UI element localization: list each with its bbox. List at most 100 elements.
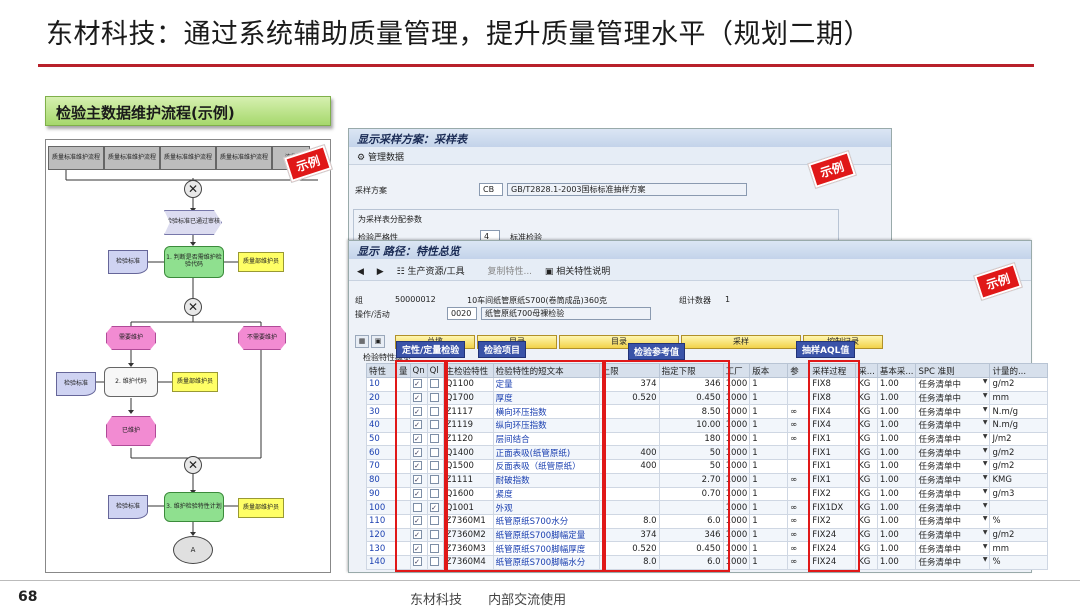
cell-meas-unit[interactable]: g/m2 (989, 377, 1049, 392)
col-header[interactable]: 基本采... (876, 363, 917, 378)
cell-version[interactable]: 1 (749, 527, 789, 543)
cell-ref-icon[interactable]: ∞ (787, 541, 811, 556)
cell-version[interactable]: 1 (749, 541, 789, 556)
cell-base-qty[interactable]: 1.00 (876, 500, 917, 515)
cell-meas-unit[interactable]: N.m/g (989, 404, 1049, 420)
cell-ref-icon[interactable] (787, 486, 811, 502)
nav-left-arrow-icon[interactable]: ◀ (357, 267, 364, 277)
cell-version[interactable]: 1 (749, 500, 789, 515)
cell-meas-unit[interactable]: KMG (989, 472, 1049, 488)
cell-char-id[interactable]: 50 (366, 431, 397, 447)
col-header[interactable]: 版本 (749, 363, 789, 378)
scheme-code-field[interactable]: CB (479, 183, 503, 196)
cell-char-id[interactable]: 120 (366, 527, 397, 543)
cell-spc[interactable]: 任务清单中 ▼ (915, 527, 991, 543)
cell-ref-icon[interactable]: ∞ (787, 472, 811, 488)
cell-char-id[interactable]: 10 (366, 377, 397, 392)
cell-spc[interactable]: 任务清单中 ▼ (915, 500, 991, 515)
cell-version[interactable]: 1 (749, 486, 789, 502)
cell-spc[interactable]: 任务清单中 ▼ (915, 472, 991, 488)
cell-base-qty[interactable]: 1.00 (876, 459, 917, 474)
cell-ref-icon[interactable]: ∞ (787, 404, 811, 420)
cell-version[interactable]: 1 (749, 472, 789, 488)
cell-base-qty[interactable]: 1.00 (876, 541, 917, 556)
cell-ref-icon[interactable]: ∞ (787, 418, 811, 433)
cell-spc[interactable]: 任务清单中 ▼ (915, 390, 991, 406)
cell-meas-unit[interactable] (989, 500, 1049, 515)
related-char-button[interactable]: ▣ 相关特性说明 (545, 267, 620, 277)
cell-version[interactable]: 1 (749, 404, 789, 420)
dropdown-arrow-icon[interactable]: ▼ (983, 433, 988, 440)
cell-base-qty[interactable]: 1.00 (876, 445, 917, 461)
nav-right-arrow-icon[interactable]: ▶ (377, 267, 384, 277)
cell-ref-icon[interactable] (787, 459, 811, 474)
cell-version[interactable]: 1 (749, 431, 789, 447)
dropdown-arrow-icon[interactable]: ▼ (983, 502, 988, 509)
cell-spc[interactable]: 任务清单中 ▼ (915, 554, 991, 570)
cell-base-qty[interactable]: 1.00 (876, 554, 917, 570)
cell-spc[interactable]: 任务清单中 ▼ (915, 486, 991, 502)
deselect-icon[interactable]: ▣ (371, 335, 385, 348)
copy-characteristics-button[interactable]: 复制特性... (487, 267, 532, 277)
dropdown-arrow-icon[interactable]: ▼ (983, 420, 988, 427)
cell-version[interactable]: 1 (749, 513, 789, 529)
cell-meas-unit[interactable]: J/m2 (989, 431, 1049, 447)
cell-spc[interactable]: 任务清单中 ▼ (915, 513, 991, 529)
dropdown-arrow-icon[interactable]: ▼ (983, 556, 988, 563)
cell-version[interactable]: 1 (749, 418, 789, 433)
cell-meas-unit[interactable]: g/m2 (989, 459, 1049, 474)
sampling-button[interactable]: 采样 (681, 335, 801, 349)
cell-spc[interactable]: 任务清单中 ▼ (915, 459, 991, 474)
cell-char-id[interactable]: 90 (366, 486, 397, 502)
cell-base-qty[interactable]: 1.00 (876, 390, 917, 406)
operation-field[interactable]: 0020 (447, 307, 477, 320)
cell-ref-icon[interactable]: ∞ (787, 500, 811, 515)
cell-base-qty[interactable]: 1.00 (876, 486, 917, 502)
cell-ref-icon[interactable] (787, 377, 811, 392)
cell-base-qty[interactable]: 1.00 (876, 527, 917, 543)
cell-char-id[interactable]: 140 (366, 554, 397, 570)
cell-ref-icon[interactable]: ∞ (787, 527, 811, 543)
production-resources-button[interactable]: ☷ 生产资源/工具 (397, 267, 475, 277)
dropdown-arrow-icon[interactable]: ▼ (983, 488, 988, 495)
cell-base-qty[interactable]: 1.00 (876, 418, 917, 433)
col-header[interactable]: 参 (787, 363, 811, 378)
dropdown-arrow-icon[interactable]: ▼ (983, 378, 988, 385)
cell-char-id[interactable]: 130 (366, 541, 397, 556)
dropdown-arrow-icon[interactable]: ▼ (983, 529, 988, 536)
dropdown-arrow-icon[interactable]: ▼ (983, 447, 988, 454)
cell-spc[interactable]: 任务清单中 ▼ (915, 418, 991, 433)
cell-meas-unit[interactable]: N.m/g (989, 418, 1049, 433)
cell-char-id[interactable]: 60 (366, 445, 397, 461)
cell-spc[interactable]: 任务清单中 ▼ (915, 431, 991, 447)
cell-version[interactable]: 1 (749, 459, 789, 474)
cell-meas-unit[interactable]: g/m2 (989, 445, 1049, 461)
cell-ref-icon[interactable]: ∞ (787, 554, 811, 570)
cell-char-id[interactable]: 30 (366, 404, 397, 420)
cell-ref-icon[interactable] (787, 445, 811, 461)
dropdown-arrow-icon[interactable]: ▼ (983, 515, 988, 522)
cell-meas-unit[interactable]: % (989, 513, 1049, 529)
cell-meas-unit[interactable]: g/m2 (989, 527, 1049, 543)
cell-spc[interactable]: 任务清单中 ▼ (915, 541, 991, 556)
cell-base-qty[interactable]: 1.00 (876, 513, 917, 529)
select-all-icon[interactable]: ▦ (355, 335, 369, 348)
cell-ref-icon[interactable] (787, 390, 811, 406)
cell-version[interactable]: 1 (749, 390, 789, 406)
dropdown-arrow-icon[interactable]: ▼ (983, 543, 988, 550)
cell-char-id[interactable]: 40 (366, 418, 397, 433)
dropdown-arrow-icon[interactable]: ▼ (983, 461, 988, 468)
cell-char-id[interactable]: 70 (366, 459, 397, 474)
cell-meas-unit[interactable]: g/m3 (989, 486, 1049, 502)
cell-version[interactable]: 1 (749, 445, 789, 461)
management-data-button[interactable]: ⚙ 管理数据 (357, 153, 414, 163)
cell-base-qty[interactable]: 1.00 (876, 431, 917, 447)
cell-meas-unit[interactable]: mm (989, 390, 1049, 406)
dropdown-arrow-icon[interactable]: ▼ (983, 474, 988, 481)
dropdown-arrow-icon[interactable]: ▼ (983, 392, 988, 399)
dropdown-arrow-icon[interactable]: ▼ (983, 406, 988, 413)
cell-base-qty[interactable]: 1.00 (876, 472, 917, 488)
cell-meas-unit[interactable]: mm (989, 541, 1049, 556)
col-header[interactable]: 计量的... (989, 363, 1049, 378)
cell-version[interactable]: 1 (749, 377, 789, 392)
